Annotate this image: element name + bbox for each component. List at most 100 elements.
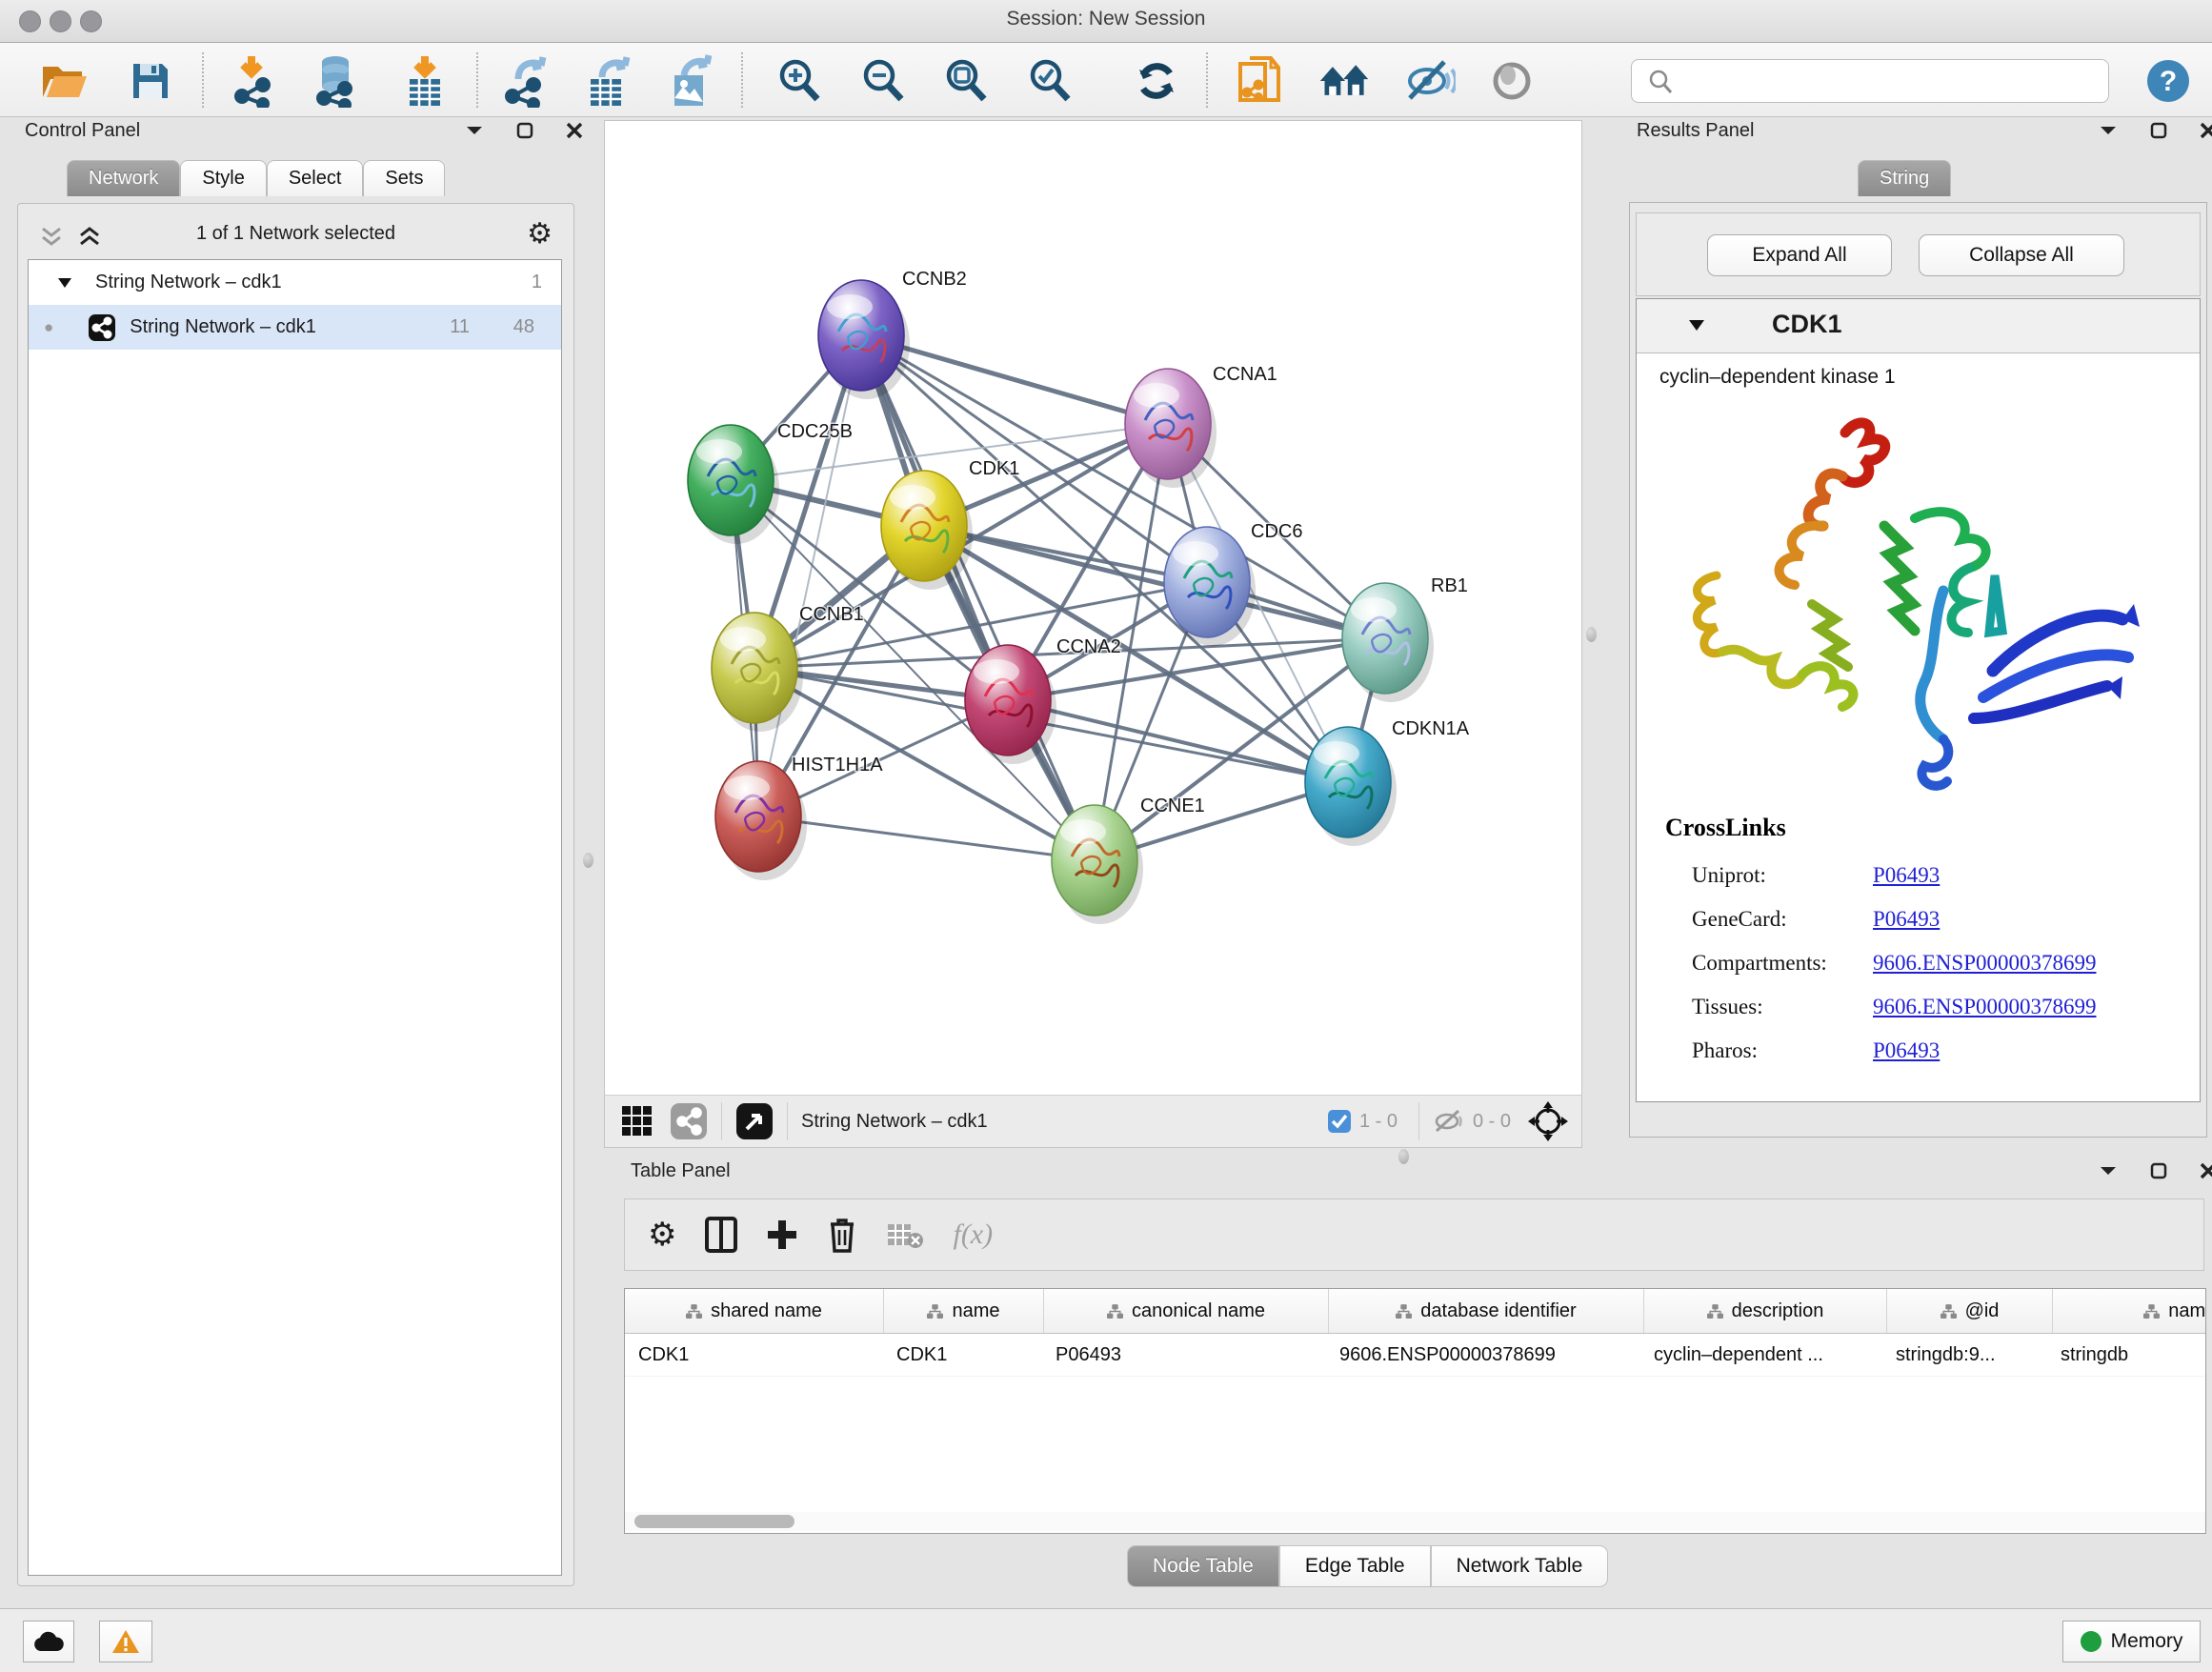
collapse-panel-icon[interactable] (2099, 1164, 2118, 1178)
import-network-file-icon[interactable] (231, 54, 284, 108)
export-table-icon[interactable] (583, 54, 636, 108)
edge-hist1h1a-ccne1[interactable] (758, 816, 1095, 860)
node-hist1h1a[interactable] (715, 761, 807, 880)
clone-network-icon[interactable] (1233, 54, 1286, 108)
status-bar: Memory (0, 1608, 2212, 1672)
network-options-gear-icon[interactable]: ⚙ (527, 217, 553, 251)
import-network-database-icon[interactable] (311, 54, 364, 108)
edge-ccnb2-ccne1[interactable] (861, 335, 1095, 860)
node-ccnb2[interactable] (818, 280, 910, 399)
network-list-box: 1 of 1 Network selected ⚙ String Network… (17, 203, 574, 1586)
crosslink-value[interactable]: P06493 (1873, 863, 1940, 888)
network-row[interactable]: ● String Network – cdk1 11 48 (29, 305, 561, 350)
show-columns-icon[interactable] (705, 1217, 737, 1253)
node-cdkn1a[interactable] (1305, 727, 1397, 846)
zoom-out-icon[interactable] (857, 54, 911, 108)
export-image-icon[interactable] (665, 54, 718, 108)
hide-details-icon[interactable] (1402, 54, 1456, 108)
birds-eye-view-icon[interactable] (735, 1102, 774, 1140)
column-header-name[interactable]: name (884, 1289, 1044, 1333)
tab-string[interactable]: String (1858, 160, 1951, 196)
float-panel-icon[interactable] (516, 122, 533, 139)
column-header-canonical-name[interactable]: canonical name (1044, 1289, 1329, 1333)
node-ccnb1[interactable] (712, 613, 803, 732)
grid-view-icon[interactable] (620, 1104, 654, 1138)
search-field[interactable] (1631, 59, 2109, 103)
protein-card-header[interactable]: CDK1 (1637, 299, 2200, 353)
cloud-status-button[interactable] (23, 1621, 74, 1662)
table-options-gear-icon[interactable]: ⚙ (648, 1216, 676, 1254)
network-node-count: 11 (450, 316, 470, 338)
memory-status-icon (2081, 1631, 2101, 1652)
node-ccna1[interactable] (1125, 369, 1217, 488)
search-input[interactable] (1679, 70, 2108, 93)
close-panel-icon[interactable] (2200, 122, 2212, 139)
network-view-mode-icon[interactable] (670, 1102, 708, 1140)
selected-checkbox-icon[interactable] (1327, 1109, 1352, 1134)
import-table-icon[interactable] (398, 54, 452, 108)
help-icon[interactable]: ? (2142, 54, 2195, 108)
main-toolbar: ? (0, 43, 2212, 117)
collapse-panel-icon[interactable] (465, 124, 484, 137)
memory-button[interactable]: Memory (2062, 1621, 2201, 1662)
float-panel-icon[interactable] (2150, 122, 2167, 139)
edge-ccnb2-hist1h1a[interactable] (758, 335, 861, 816)
network-view[interactable]: CCNB2CCNA1CDC25BCDK1CDC6RB1CCNB1CCNA2CDK… (604, 120, 1582, 1096)
zoom-selected-icon[interactable] (1024, 54, 1077, 108)
collapse-panel-icon[interactable] (2099, 124, 2118, 137)
column-tree-icon (2143, 1303, 2160, 1319)
node-cdc6[interactable] (1164, 527, 1256, 646)
delete-column-icon[interactable] (827, 1217, 857, 1253)
tab-select[interactable]: Select (267, 160, 364, 196)
crosslink-row: GeneCard:P06493 (1692, 897, 2187, 941)
tab-network-table[interactable]: Network Table (1431, 1545, 1609, 1587)
node-cdk1[interactable] (881, 471, 973, 590)
edge-ccna2-cdkn1a[interactable] (1008, 700, 1348, 782)
title-bar: Session: New Session (0, 0, 2212, 43)
bottom-splitter-handle[interactable] (1398, 1149, 1409, 1164)
open-session-icon[interactable] (38, 54, 91, 108)
tab-sets[interactable]: Sets (363, 160, 445, 196)
close-panel-icon[interactable] (566, 122, 583, 139)
warnings-button[interactable] (99, 1621, 152, 1662)
save-session-icon[interactable] (124, 54, 177, 108)
right-splitter-handle[interactable] (1586, 627, 1597, 642)
refresh-icon[interactable] (1130, 54, 1183, 108)
tab-edge-table[interactable]: Edge Table (1279, 1545, 1431, 1587)
export-network-icon[interactable] (501, 54, 554, 108)
collapse-card-icon[interactable] (1688, 318, 1705, 332)
node-ccne1[interactable] (1052, 805, 1143, 924)
column-header-@id[interactable]: @id (1887, 1289, 2053, 1333)
horizontal-scrollbar[interactable] (625, 1512, 2205, 1531)
show-details-icon[interactable] (1485, 54, 1538, 108)
tab-node-table[interactable]: Node Table (1127, 1545, 1279, 1587)
node-label-ccnb1: CCNB1 (799, 604, 864, 625)
home-view-icon[interactable] (1318, 54, 1372, 108)
close-panel-icon[interactable] (2200, 1162, 2212, 1179)
left-splitter-handle[interactable] (583, 853, 593, 868)
column-header-description[interactable]: description (1644, 1289, 1887, 1333)
crosslink-value[interactable]: 9606.ENSP00000378699 (1873, 995, 2097, 1019)
crosslink-value[interactable]: P06493 (1873, 907, 1940, 932)
node-ccna2[interactable] (965, 645, 1056, 764)
tab-network[interactable]: Network (67, 160, 180, 196)
search-icon (1641, 67, 1679, 95)
crosslink-value[interactable]: P06493 (1873, 1038, 1940, 1063)
column-header-database-identifier[interactable]: database identifier (1329, 1289, 1644, 1333)
fit-selected-crosshair-icon[interactable] (1528, 1101, 1568, 1141)
tree-expand-icon[interactable] (57, 277, 72, 289)
scrollbar-thumb[interactable] (634, 1515, 794, 1528)
zoom-fit-icon[interactable] (940, 54, 994, 108)
float-panel-icon[interactable] (2150, 1162, 2167, 1179)
tab-style[interactable]: Style (180, 160, 266, 196)
table-row[interactable]: CDK1CDK1P064939606.ENSP00000378699cyclin… (625, 1334, 2205, 1377)
zoom-in-icon[interactable] (774, 54, 827, 108)
collapse-all-button[interactable]: Collapse All (1919, 234, 2124, 276)
node-rb1[interactable] (1342, 583, 1434, 702)
column-header-shared-name[interactable]: shared name (625, 1289, 884, 1333)
create-column-icon[interactable] (766, 1219, 798, 1251)
crosslink-value[interactable]: 9606.ENSP00000378699 (1873, 951, 2097, 976)
expand-all-button[interactable]: Expand All (1707, 234, 1892, 276)
column-header-namespace[interactable]: namespace (2053, 1289, 2206, 1333)
network-collection-row[interactable]: String Network – cdk1 1 (29, 260, 561, 305)
